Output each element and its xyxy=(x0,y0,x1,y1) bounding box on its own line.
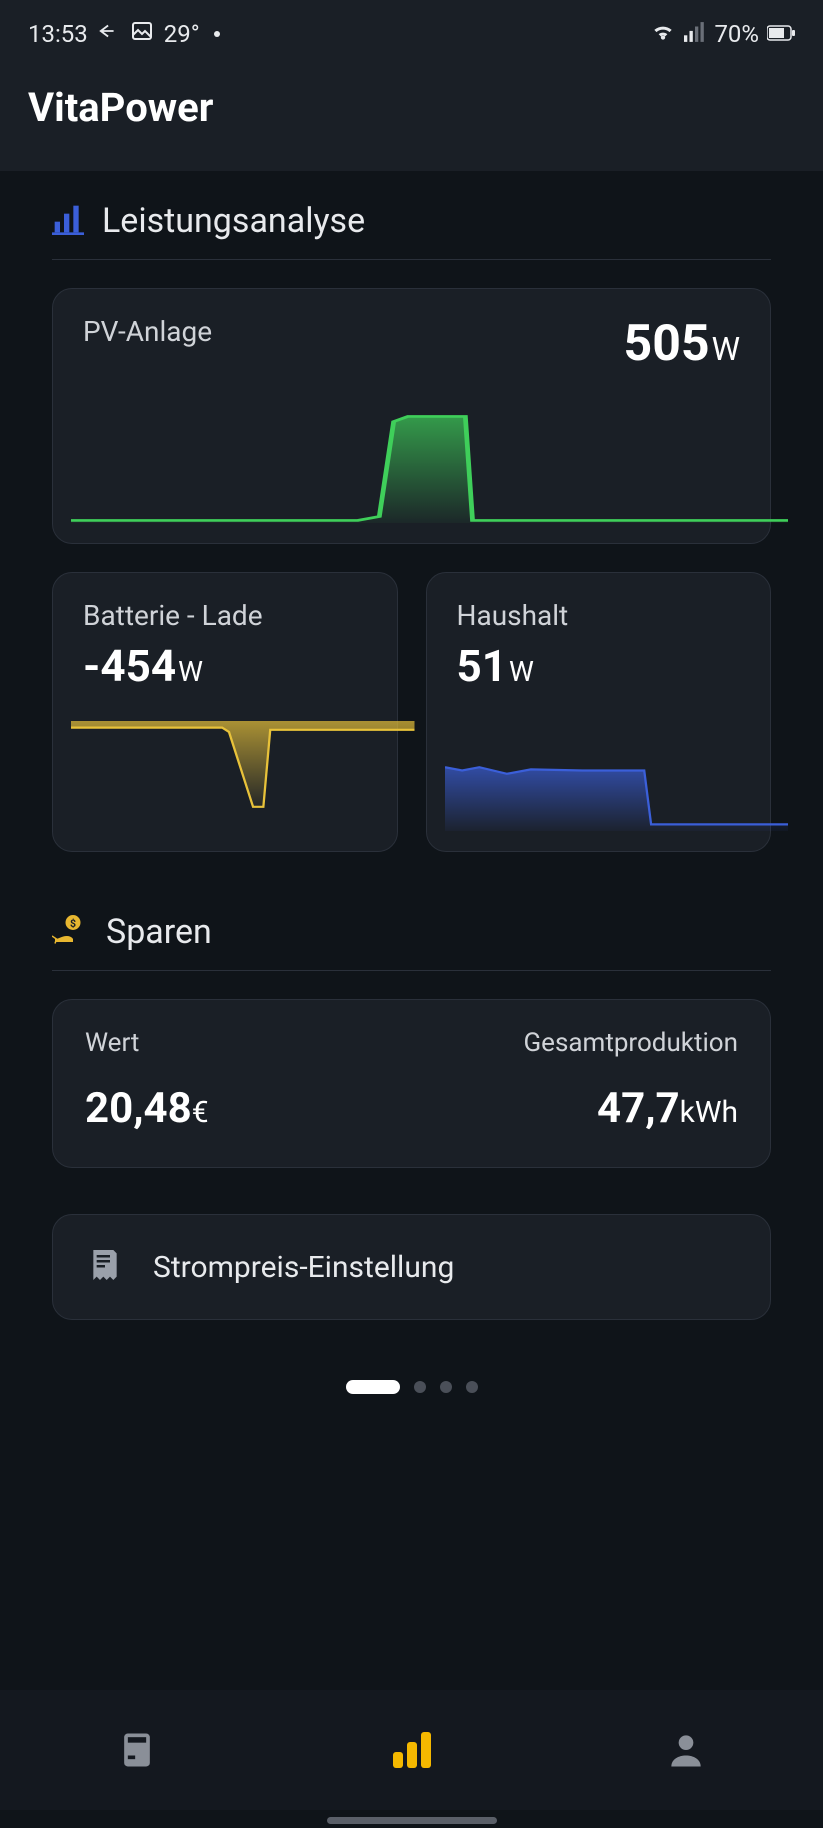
pv-chart xyxy=(71,393,788,523)
household-chart xyxy=(445,721,789,831)
status-time: 13:53 xyxy=(28,20,88,48)
status-temp: 29° xyxy=(164,20,200,48)
status-dot xyxy=(214,31,220,37)
status-battery-pct: 70% xyxy=(714,20,759,48)
savings-icon: $ xyxy=(52,912,88,952)
battery-label: Batterie - Lade xyxy=(83,599,367,632)
household-value: 51W xyxy=(457,640,741,692)
household-label: Haushalt xyxy=(457,599,741,632)
savings-prod-col: Gesamtproduktion 47,7kWh xyxy=(523,1028,738,1133)
savings-wert-label: Wert xyxy=(85,1028,209,1058)
bar-chart-icon xyxy=(52,203,84,239)
page-dot xyxy=(440,1381,452,1393)
svg-text:$: $ xyxy=(70,917,76,930)
battery-value: -454W xyxy=(83,640,367,692)
image-icon xyxy=(130,19,154,49)
status-bar: 13:53 29° 70% xyxy=(0,0,823,64)
app-title: VitaPower xyxy=(28,84,795,131)
gesture-bar[interactable] xyxy=(327,1817,497,1824)
pv-label: PV-Anlage xyxy=(83,315,212,348)
household-card[interactable]: Haushalt 51W xyxy=(426,572,772,852)
bottom-nav xyxy=(0,1690,823,1810)
section-header-analysis: Leistungsanalyse xyxy=(52,201,771,260)
status-left: 13:53 29° xyxy=(28,19,220,49)
price-settings-label: Strompreis-Einstellung xyxy=(153,1250,454,1285)
savings-wert-col: Wert 20,48€ xyxy=(85,1028,209,1133)
main-content: Leistungsanalyse PV-Anlage 505W Batterie… xyxy=(0,171,823,1394)
battery-icon xyxy=(767,20,795,48)
nav-stats-active[interactable] xyxy=(381,1720,441,1780)
section-title-savings: Sparen xyxy=(106,912,212,952)
page-indicator[interactable] xyxy=(52,1380,771,1394)
arrow-icon xyxy=(98,20,120,48)
savings-prod-label: Gesamtproduktion xyxy=(523,1028,738,1058)
app-header: VitaPower xyxy=(0,64,823,171)
signal-icon xyxy=(684,20,706,48)
section-header-savings: $ Sparen xyxy=(52,912,771,971)
nav-profile[interactable] xyxy=(656,1720,716,1780)
nav-device[interactable] xyxy=(107,1720,167,1780)
savings-card[interactable]: Wert 20,48€ Gesamtproduktion 47,7kWh xyxy=(52,999,771,1168)
price-settings-button[interactable]: Strompreis-Einstellung xyxy=(52,1214,771,1320)
battery-card[interactable]: Batterie - Lade -454W xyxy=(52,572,398,852)
savings-prod-value: 47,7kWh xyxy=(523,1084,738,1133)
page-dot-active xyxy=(346,1380,400,1394)
battery-chart xyxy=(71,721,415,831)
savings-wert-value: 20,48€ xyxy=(85,1084,209,1133)
page-dot xyxy=(414,1381,426,1393)
section-title-analysis: Leistungsanalyse xyxy=(102,201,365,241)
wifi-icon xyxy=(650,20,676,48)
pv-value: 505W xyxy=(624,315,740,373)
receipt-icon xyxy=(85,1245,125,1289)
page-dot xyxy=(466,1381,478,1393)
pv-card[interactable]: PV-Anlage 505W xyxy=(52,288,771,544)
status-right: 70% xyxy=(650,20,795,48)
